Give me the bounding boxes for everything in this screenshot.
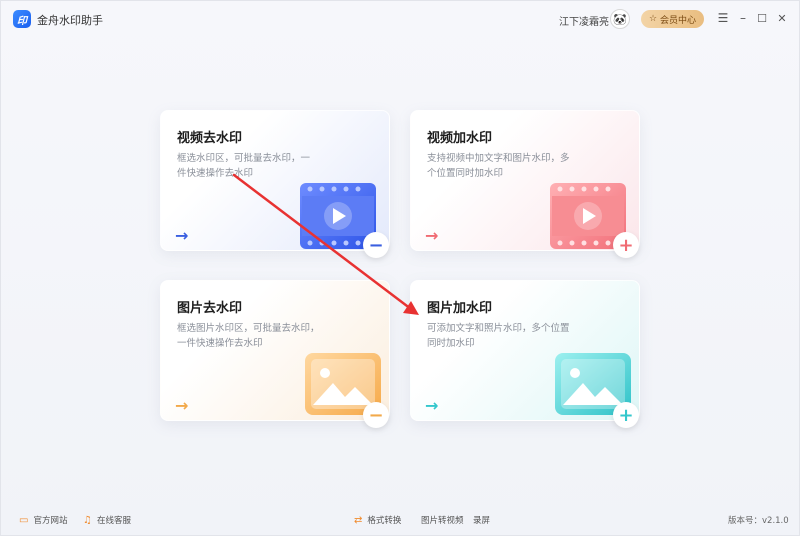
add-action-button[interactable]: + bbox=[613, 232, 639, 258]
arrow-right-icon: → bbox=[425, 226, 439, 245]
member-center-button[interactable]: ☆ 会员中心 bbox=[641, 10, 704, 28]
avatar[interactable]: 🐼 bbox=[610, 9, 630, 29]
username[interactable]: 江下凌霜亮 bbox=[559, 13, 609, 28]
convert-icon: ⇄ bbox=[354, 514, 363, 526]
version-text: 版本号：v2.1.0 bbox=[728, 516, 789, 526]
card-description: 框选水印区，可批量去水印，一件快速操作去水印 bbox=[177, 153, 311, 179]
screen-record-label: 录屏 bbox=[473, 516, 491, 526]
card-video-add-watermark[interactable]: 视频加水印 支持视频中加文字和图片水印，多个位置同时加水印 → + bbox=[410, 110, 640, 258]
online-service-label: 在线客服 bbox=[96, 516, 131, 526]
annotation-arrow bbox=[232, 173, 419, 315]
format-convert-label: 格式转换 bbox=[367, 516, 402, 526]
online-service-link[interactable]: ♫ 在线客服 bbox=[83, 514, 131, 527]
card-description: 支持视频中加文字和图片水印，多个位置同时加水印 bbox=[427, 153, 570, 179]
monitor-icon: ▭ bbox=[19, 514, 29, 526]
card-image-remove-watermark[interactable]: 图片去水印 框选图片水印区，可批量去水印，一件快速操作去水印 → − bbox=[160, 280, 390, 428]
close-icon[interactable]: ✕ bbox=[774, 10, 790, 26]
member-center-label: 会员中心 bbox=[660, 15, 697, 26]
image-to-video-label: 图片转视频 bbox=[421, 516, 464, 526]
card-description: 可添加文字和照片水印，多个位置同时加水印 bbox=[427, 323, 570, 349]
card-title: 视频加水印 bbox=[427, 131, 493, 146]
title-bar: 印 金舟水印助手 江下凌霜亮 🐼 ☆ 会员中心 ☰ – ☐ ✕ bbox=[1, 1, 799, 37]
arrow-right-icon: → bbox=[425, 396, 439, 415]
official-site-link[interactable]: ▭ 官方网站 bbox=[19, 514, 68, 527]
arrow-right-icon: → bbox=[175, 396, 189, 415]
card-video-remove-watermark[interactable]: 视频去水印 框选水印区，可批量去水印，一件快速操作去水印 → − bbox=[160, 110, 390, 258]
format-convert-link[interactable]: ⇄ 格式转换 bbox=[354, 514, 402, 527]
app-window: 印 金舟水印助手 江下凌霜亮 🐼 ☆ 会员中心 ☰ – ☐ ✕ 视频去水印 框选… bbox=[0, 0, 800, 536]
app-logo-icon: 印 bbox=[13, 10, 31, 28]
maximize-icon[interactable]: ☐ bbox=[754, 10, 770, 26]
official-site-label: 官方网站 bbox=[33, 516, 68, 526]
remove-action-button[interactable]: − bbox=[363, 232, 389, 258]
remove-action-button[interactable]: − bbox=[363, 402, 389, 428]
card-title: 图片加水印 bbox=[427, 301, 493, 316]
arrow-right-icon: → bbox=[175, 226, 189, 245]
app-title: 金舟水印助手 bbox=[37, 14, 103, 27]
add-action-button[interactable]: + bbox=[613, 402, 639, 428]
card-description: 框选图片水印区，可批量去水印，一件快速操作去水印 bbox=[177, 323, 320, 349]
screen-record-link[interactable]: 录屏 bbox=[473, 514, 490, 526]
card-title: 视频去水印 bbox=[177, 131, 243, 146]
card-title: 图片去水印 bbox=[177, 301, 243, 316]
menu-icon[interactable]: ☰ bbox=[715, 10, 731, 26]
version-label: 版本号：v2.1.0 bbox=[728, 514, 789, 526]
card-image-add-watermark[interactable]: 图片加水印 可添加文字和照片水印，多个位置同时加水印 → + bbox=[410, 280, 640, 428]
minimize-icon[interactable]: – bbox=[735, 10, 751, 26]
headset-icon: ♫ bbox=[83, 514, 92, 526]
image-to-video-link[interactable]: 图片转视频 bbox=[421, 514, 464, 526]
star-icon: ☆ bbox=[648, 14, 658, 24]
